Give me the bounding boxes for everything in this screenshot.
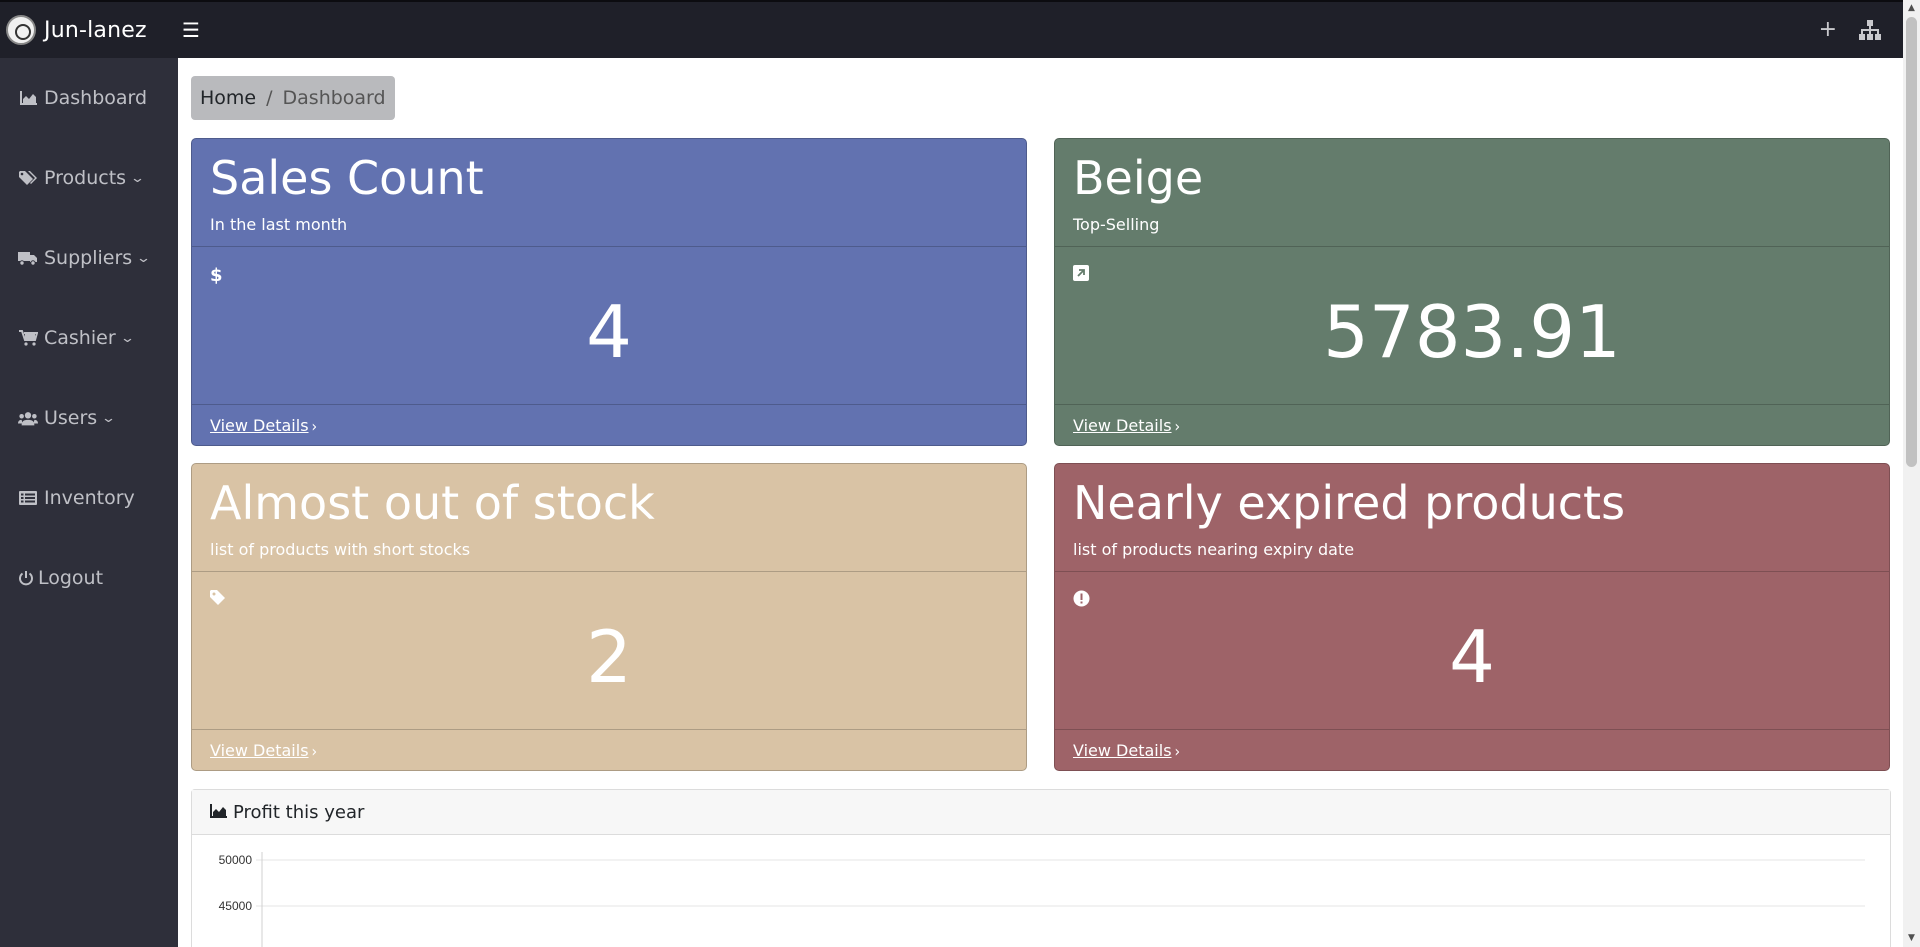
chart-panel-header: Profit this year bbox=[192, 790, 1890, 835]
sidebar-item-label: Suppliers bbox=[44, 247, 133, 269]
chevron-right-icon: › bbox=[311, 742, 318, 761]
chart-area-icon bbox=[18, 91, 38, 105]
card-title: Sales Count bbox=[210, 151, 484, 205]
chevron-right-icon: › bbox=[1174, 417, 1181, 436]
truck-icon bbox=[18, 251, 38, 266]
breadcrumb-separator: / bbox=[266, 87, 273, 109]
top-selling-card: Beige Top-Selling 5783.91 View Details › bbox=[1054, 138, 1890, 446]
brand[interactable]: Jun-lanez bbox=[0, 15, 178, 45]
sidebar-item-logout[interactable]: Logout bbox=[0, 538, 178, 618]
card-value: 5783.91 bbox=[1323, 290, 1621, 374]
users-icon bbox=[18, 411, 38, 426]
sidebar-item-inventory[interactable]: Inventory bbox=[0, 458, 178, 538]
plus-icon[interactable]: + bbox=[1819, 19, 1837, 41]
sidebar-item-users[interactable]: Users ⌄ bbox=[0, 378, 178, 458]
breadcrumb-current: Dashboard bbox=[282, 87, 386, 109]
top-navbar: Jun-lanez ☰ + bbox=[0, 0, 1903, 58]
view-details-link[interactable]: View Details › bbox=[1073, 740, 1181, 761]
brand-logo bbox=[6, 15, 36, 45]
chevron-right-icon: › bbox=[311, 417, 318, 436]
sidebar-item-suppliers[interactable]: Suppliers ⌄ bbox=[0, 218, 178, 298]
breadcrumb-home[interactable]: Home bbox=[200, 87, 256, 109]
tag-icon bbox=[210, 590, 226, 611]
y-tick-label: 45000 bbox=[219, 899, 253, 913]
sidebar-item-label: Dashboard bbox=[44, 87, 148, 109]
dollar-icon: $ bbox=[210, 265, 223, 286]
y-tick-label: 50000 bbox=[219, 853, 253, 867]
scroll-down-arrow-icon[interactable]: ▼ bbox=[1903, 930, 1920, 947]
cart-icon bbox=[18, 330, 38, 346]
external-link-icon bbox=[1073, 265, 1089, 286]
card-subtitle: Top-Selling bbox=[1073, 215, 1160, 234]
card-value: 2 bbox=[586, 615, 632, 699]
power-icon bbox=[18, 570, 34, 586]
card-subtitle: list of products nearing expiry date bbox=[1073, 540, 1355, 559]
sales-count-card: Sales Count In the last month $ 4 View D… bbox=[191, 138, 1027, 446]
brand-name: Jun-lanez bbox=[44, 17, 147, 43]
breadcrumb: Home / Dashboard bbox=[191, 76, 395, 120]
chevron-down-icon: ⌄ bbox=[129, 170, 146, 186]
sidebar-item-products[interactable]: Products ⌄ bbox=[0, 138, 178, 218]
scroll-thumb[interactable] bbox=[1906, 17, 1917, 467]
view-details-link[interactable]: View Details › bbox=[1073, 415, 1181, 436]
sidebar-item-dashboard[interactable]: Dashboard bbox=[0, 58, 178, 138]
card-subtitle: list of products with short stocks bbox=[210, 540, 471, 559]
sidebar-item-label: Cashier bbox=[44, 327, 116, 349]
chart-panel-title: Profit this year bbox=[233, 801, 365, 823]
list-icon bbox=[18, 491, 38, 505]
sidebar-item-cashier[interactable]: Cashier ⌄ bbox=[0, 298, 178, 378]
sidebar: Dashboard Products ⌄ Suppliers ⌄ Cashier… bbox=[0, 58, 178, 947]
card-value: 4 bbox=[586, 290, 632, 374]
view-details-label: View Details bbox=[1073, 740, 1172, 760]
card-title: Almost out of stock bbox=[210, 476, 655, 530]
sidebar-item-label: Inventory bbox=[44, 487, 135, 509]
sidebar-item-label: Users bbox=[44, 407, 98, 429]
chevron-right-icon: › bbox=[1174, 742, 1181, 761]
low-stock-card: Almost out of stock list of products wit… bbox=[191, 463, 1027, 771]
hamburger-icon[interactable]: ☰ bbox=[182, 20, 200, 40]
expiring-products-card: Nearly expired products list of products… bbox=[1054, 463, 1890, 771]
exclamation-circle-icon bbox=[1073, 590, 1090, 612]
view-details-label: View Details bbox=[1073, 415, 1172, 435]
main-content: Home / Dashboard Sales Count In the last… bbox=[178, 58, 1903, 947]
view-details-link[interactable]: View Details › bbox=[210, 415, 318, 436]
chart-area-icon bbox=[210, 803, 227, 822]
card-subtitle: In the last month bbox=[210, 215, 348, 234]
card-value: 4 bbox=[1449, 615, 1495, 699]
tags-icon bbox=[18, 170, 38, 186]
view-details-label: View Details bbox=[210, 415, 309, 435]
view-details-link[interactable]: View Details › bbox=[210, 740, 318, 761]
profit-chart: 50000 45000 bbox=[219, 852, 1865, 947]
chevron-down-icon: ⌄ bbox=[136, 250, 152, 266]
card-title: Nearly expired products bbox=[1073, 476, 1626, 530]
scroll-up-arrow-icon[interactable]: ▲ bbox=[1903, 0, 1920, 17]
card-title: Beige bbox=[1073, 151, 1204, 205]
chevron-down-icon: ⌄ bbox=[119, 330, 135, 346]
sidebar-item-label: Logout bbox=[38, 567, 104, 589]
sidebar-item-label: Products bbox=[44, 167, 127, 189]
profit-chart-panel: Profit this year 50000 45000 bbox=[191, 789, 1891, 947]
scrollbar[interactable]: ▲ ▼ bbox=[1903, 0, 1920, 947]
sitemap-icon[interactable] bbox=[1859, 20, 1881, 40]
chevron-down-icon: ⌄ bbox=[101, 410, 117, 426]
view-details-label: View Details bbox=[210, 740, 309, 760]
